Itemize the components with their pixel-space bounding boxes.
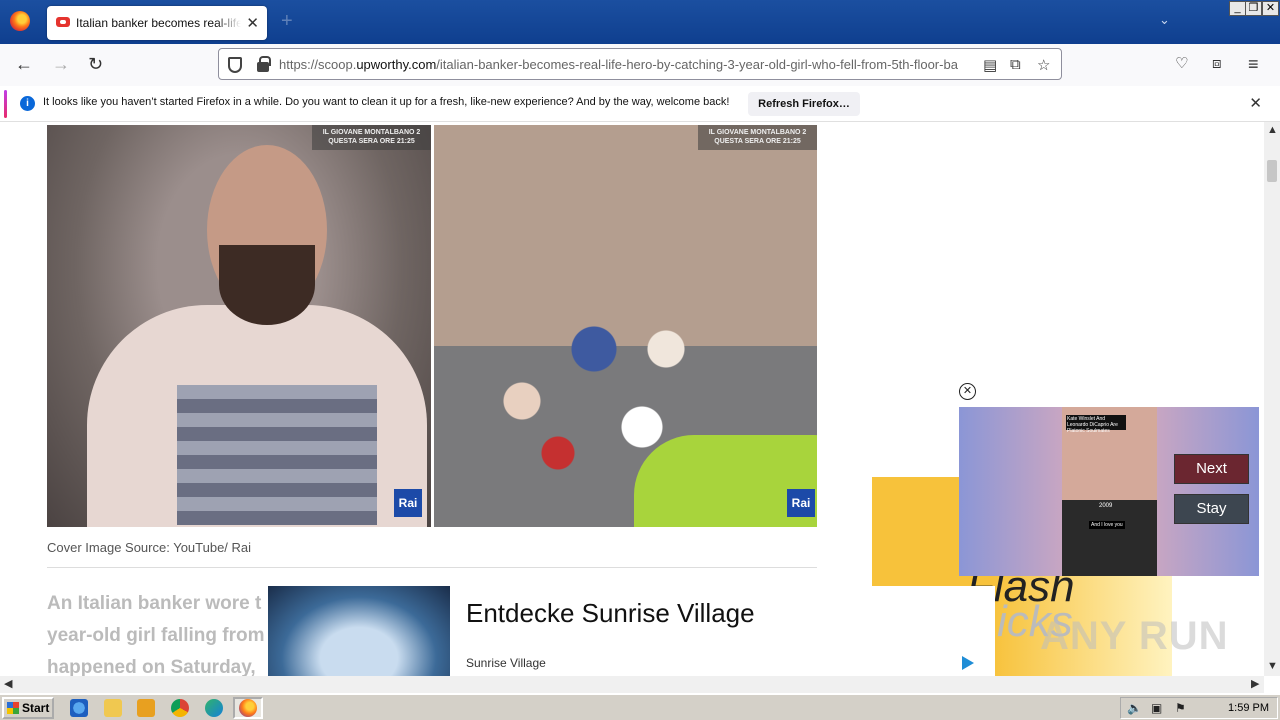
media-player-icon[interactable] bbox=[137, 699, 155, 717]
url-path: /italian-banker-becomes-real-life-hero-b… bbox=[436, 57, 958, 72]
cover-image-left-portrait: IL GIOVANE MONTALBANO 2 QUESTA SERA ORE … bbox=[47, 125, 431, 527]
back-arrow-icon[interactable]: ← bbox=[15, 54, 33, 74]
image-caption: Cover Image Source: YouTube/ Rai bbox=[47, 540, 252, 555]
video-year: 2009 bbox=[1099, 503, 1113, 509]
bottom-ad-image bbox=[268, 586, 450, 676]
broadcast-watermark: IL GIOVANE MONTALBANO 2 QUESTA SERA ORE … bbox=[698, 125, 817, 150]
start-label: Start bbox=[22, 701, 50, 715]
video-next-button[interactable]: Next bbox=[1174, 454, 1249, 484]
article-body-line: year-old girl falling from bbox=[47, 625, 265, 646]
video-caption: Kate Winslet And Leonardo DiCaprio Are P… bbox=[1066, 415, 1126, 434]
reload-icon[interactable]: ↻ bbox=[88, 54, 103, 74]
restore-button[interactable]: ❐ bbox=[1245, 1, 1262, 16]
cover-image: IL GIOVANE MONTALBANO 2 QUESTA SERA ORE … bbox=[47, 125, 817, 527]
portrait-shirt-flag bbox=[177, 385, 377, 525]
windows-logo-icon bbox=[7, 702, 19, 714]
pocket-icon[interactable]: ♡ bbox=[1175, 54, 1188, 74]
internet-explorer-icon[interactable] bbox=[70, 699, 88, 717]
horizontal-scrollbar[interactable]: ◀ ▶ bbox=[0, 676, 1264, 693]
tab-close-icon[interactable]: ✕ bbox=[246, 14, 259, 32]
tab-strip: Italian banker becomes real-life hero ✕ … bbox=[0, 0, 1280, 44]
anyrun-watermark: ANY RUN bbox=[1040, 614, 1229, 658]
rai-logo: Rai bbox=[394, 489, 422, 517]
vertical-scroll-thumb[interactable] bbox=[1267, 160, 1277, 182]
notification-message: It looks like you haven’t started Firefo… bbox=[43, 96, 730, 108]
notification-close-icon[interactable]: ✕ bbox=[1249, 94, 1262, 112]
refresh-firefox-button[interactable]: Refresh Firefox… bbox=[748, 92, 860, 116]
portrait-beard bbox=[219, 245, 315, 325]
adchoices-icon[interactable] bbox=[962, 656, 974, 670]
bottom-advertisement[interactable]: Entdecke Sunrise Village Sunrise Village bbox=[268, 586, 995, 676]
vertical-scrollbar[interactable]: ▲ ▼ bbox=[1264, 122, 1280, 676]
system-tray: 🔈 ▣ ⚑ 1:59 PM bbox=[1120, 697, 1278, 719]
taskbar: Start 🔈 ▣ ⚑ 1:59 PM bbox=[0, 694, 1280, 720]
article-body-line: An Italian banker wore t bbox=[47, 593, 262, 614]
bottom-ad-title[interactable]: Entdecke Sunrise Village bbox=[466, 598, 755, 629]
forward-arrow-icon[interactable]: → bbox=[52, 54, 70, 74]
file-explorer-icon[interactable] bbox=[104, 699, 122, 717]
edge-icon[interactable] bbox=[205, 699, 223, 717]
tracking-protection-shield-icon[interactable] bbox=[228, 57, 242, 73]
list-all-tabs-icon[interactable]: ⌄ bbox=[1159, 12, 1170, 28]
start-button[interactable]: Start bbox=[2, 697, 54, 719]
bookmark-star-icon[interactable]: ☆ bbox=[1037, 56, 1050, 74]
notification-bar: i It looks like you haven’t started Fire… bbox=[0, 86, 1280, 122]
info-icon: i bbox=[20, 96, 35, 111]
article-body: An Italian banker wore t year-old girl f… bbox=[47, 588, 277, 676]
flag-icon[interactable]: ⚑ bbox=[1175, 701, 1186, 715]
scroll-left-icon[interactable]: ◀ bbox=[4, 677, 12, 690]
close-window-button[interactable]: ✕ bbox=[1262, 1, 1279, 16]
lock-icon[interactable] bbox=[257, 56, 271, 72]
extensions-icon[interactable]: ⧈ bbox=[1212, 54, 1222, 74]
url-text[interactable]: https://scoop.upworthy.com/italian-banke… bbox=[279, 57, 974, 72]
tab-active[interactable]: Italian banker becomes real-life hero ✕ bbox=[47, 6, 267, 40]
broadcast-watermark: IL GIOVANE MONTALBANO 2 QUESTA SERA ORE … bbox=[312, 125, 431, 150]
scroll-down-icon[interactable]: ▼ bbox=[1267, 660, 1278, 672]
article-body-line: happened on Saturday, bbox=[47, 657, 256, 676]
firefox-icon bbox=[239, 699, 257, 717]
new-tab-icon[interactable]: + bbox=[281, 10, 293, 33]
chrome-icon[interactable] bbox=[171, 699, 189, 717]
rai-logo: Rai bbox=[787, 489, 815, 517]
firefox-icon[interactable] bbox=[10, 11, 30, 31]
divider bbox=[47, 567, 817, 568]
taskbar-firefox-button[interactable] bbox=[233, 697, 263, 719]
upworthy-favicon-icon bbox=[56, 17, 70, 27]
reader-view-icon[interactable]: ▤ bbox=[983, 56, 997, 74]
video-player[interactable]: Kate Winslet And Leonardo DiCaprio Are P… bbox=[959, 407, 1259, 576]
navigation-toolbar: ← → ↻ https://scoop.upworthy.com/italian… bbox=[0, 44, 1280, 86]
url-prefix: https://scoop. bbox=[279, 57, 357, 72]
url-bar[interactable]: https://scoop.upworthy.com/italian-banke… bbox=[218, 48, 1062, 80]
video-close-icon[interactable]: ✕ bbox=[959, 383, 976, 400]
volume-icon[interactable]: 🔈 bbox=[1127, 701, 1142, 715]
menu-hamburger-icon[interactable]: ≡ bbox=[1248, 54, 1259, 74]
network-icon[interactable]: ▣ bbox=[1151, 701, 1162, 715]
scroll-right-icon[interactable]: ▶ bbox=[1251, 677, 1259, 690]
tab-title: Italian banker becomes real-life hero bbox=[76, 16, 241, 30]
picture-in-picture-icon[interactable]: ⧉ bbox=[1010, 56, 1021, 73]
video-subtitle: And I love you bbox=[1089, 521, 1125, 529]
minimize-button[interactable]: _ bbox=[1229, 1, 1246, 16]
url-domain: upworthy.com bbox=[356, 57, 437, 72]
clock: 1:59 PM bbox=[1228, 702, 1269, 714]
bottom-ad-sponsor: Sunrise Village bbox=[466, 656, 546, 670]
cover-image-right-scene: IL GIOVANE MONTALBANO 2 QUESTA SERA ORE … bbox=[434, 125, 817, 527]
scroll-up-icon[interactable]: ▲ bbox=[1267, 124, 1278, 136]
video-stay-button[interactable]: Stay bbox=[1174, 494, 1249, 524]
